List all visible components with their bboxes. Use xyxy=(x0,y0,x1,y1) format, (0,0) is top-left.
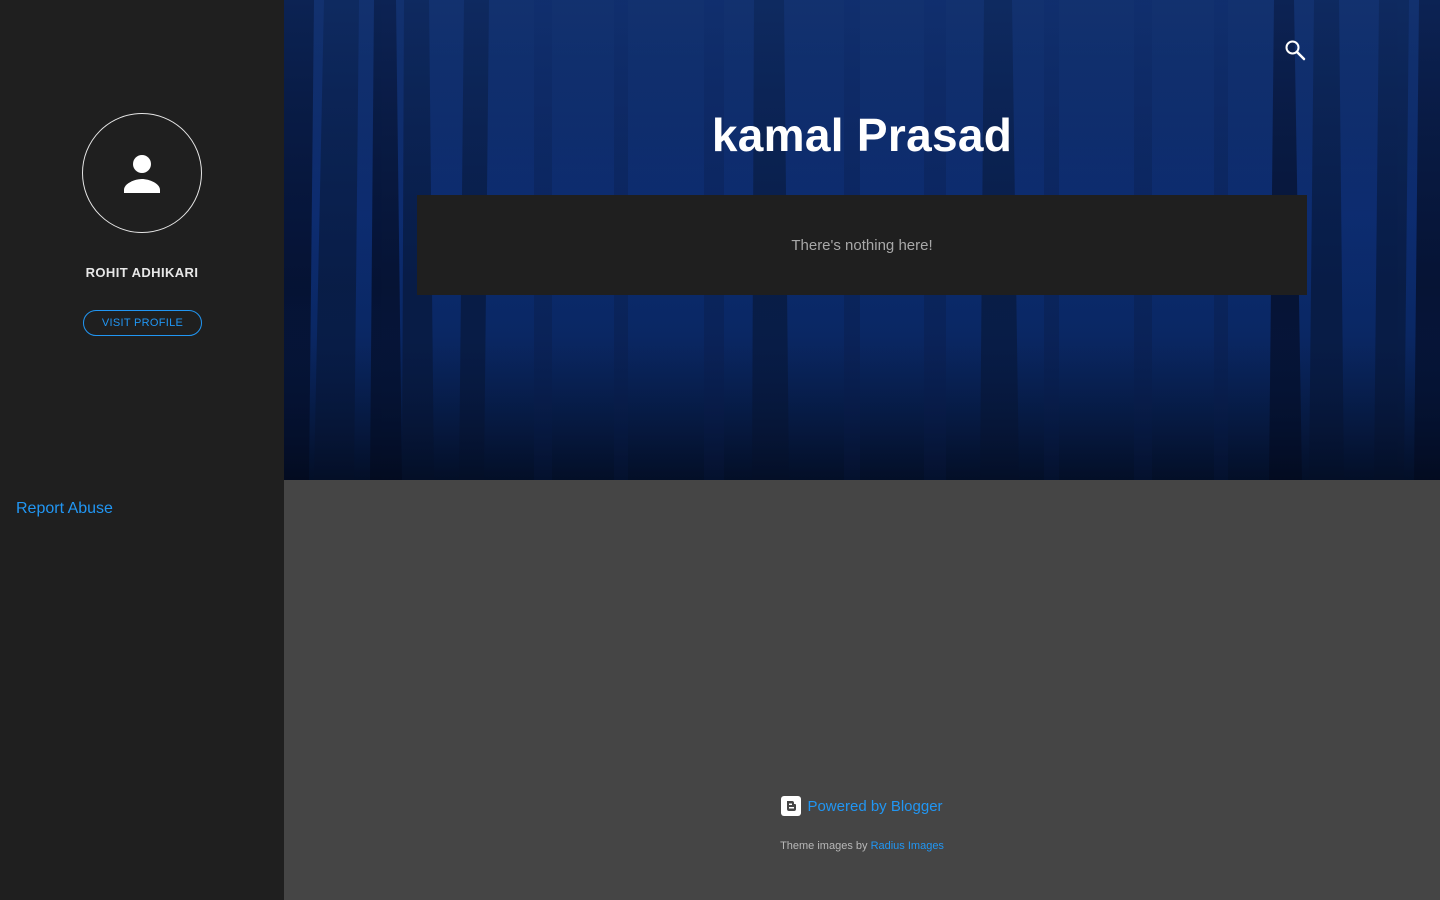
empty-message: There's nothing here! xyxy=(791,236,933,254)
blogger-icon[interactable] xyxy=(781,796,802,816)
theme-credit: Theme images by Radius Images xyxy=(284,840,1440,852)
powered-by-blogger-link[interactable]: Powered by Blogger xyxy=(807,798,942,815)
blog-header: kamal Prasad There's nothing here! xyxy=(284,0,1440,480)
powered-by-blogger: Powered by Blogger xyxy=(284,796,1440,816)
theme-credit-text: Theme images by xyxy=(780,840,868,852)
profile-name: ROHIT ADHIKARI xyxy=(85,265,199,280)
blog-title[interactable]: kamal Prasad xyxy=(284,108,1440,162)
radius-images-link[interactable]: Radius Images xyxy=(871,840,944,852)
person-icon xyxy=(124,155,160,193)
sidebar: ROHIT ADHIKARI VISIT PROFILE Report Abus… xyxy=(0,0,284,900)
report-abuse-link[interactable]: Report Abuse xyxy=(16,500,113,518)
empty-posts-panel: There's nothing here! xyxy=(417,195,1307,295)
visit-profile-button[interactable]: VISIT PROFILE xyxy=(83,310,202,336)
search-icon[interactable] xyxy=(1283,38,1307,62)
blog-page: ROHIT ADHIKARI VISIT PROFILE Report Abus… xyxy=(0,0,1440,900)
avatar xyxy=(82,113,202,233)
